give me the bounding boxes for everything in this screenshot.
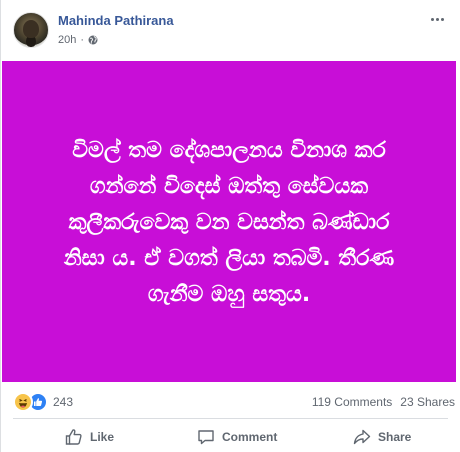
post-text: විමල් තම දේශපාලනය විනාශ කර ගන්නේ විදෙස් … — [39, 131, 419, 313]
separator-dot: · — [80, 34, 85, 46]
avatar[interactable] — [13, 12, 49, 48]
like-label: Like — [90, 430, 115, 444]
post-card: Mahinda Pathirana 20h · විමල් තම දේශපාලන… — [0, 0, 460, 452]
post-meta: 20h · — [58, 34, 98, 46]
share-icon — [353, 429, 371, 445]
engagement-counts: 119 Comments 23 Shares — [312, 395, 455, 409]
post-background: විමල් තම දේශපාලනය විනාශ කර ගන්නේ විදෙස් … — [2, 61, 456, 382]
actions-divider — [13, 418, 448, 419]
post-text-line: කුලීකරුවෙකු වන වසන්ත බණ්ඩාර — [68, 209, 390, 235]
comments-count-link[interactable]: 119 Comments — [312, 395, 392, 409]
reactions-summary[interactable]: 243 — [13, 392, 73, 412]
post-stats: 243 119 Comments 23 Shares — [1, 386, 460, 416]
thumbs-up-icon — [65, 429, 82, 445]
comment-label: Comment — [222, 430, 278, 444]
post-header: Mahinda Pathirana 20h · — [1, 0, 460, 58]
share-label: Share — [378, 430, 412, 444]
post-text-line: නිසා ය. ඒ වගත් ලියා තබමි. තීරණ — [63, 245, 395, 271]
more-options-icon[interactable] — [427, 12, 447, 26]
shares-count-link[interactable]: 23 Shares — [400, 395, 455, 409]
comment-icon — [198, 430, 214, 445]
author-name[interactable]: Mahinda Pathirana — [58, 13, 174, 28]
share-button[interactable]: Share — [353, 428, 411, 446]
post-text-line: විමල් තම දේශපාලනය විනාශ කර — [72, 137, 386, 163]
post-actions: Like Comment Share — [1, 420, 460, 452]
globe-icon[interactable] — [88, 35, 98, 45]
like-button[interactable]: Like — [65, 428, 114, 446]
post-text-line: ගන්නේ විදෙස් ඔත්තු සේවයක — [89, 173, 369, 199]
post-time[interactable]: 20h — [58, 34, 76, 46]
comment-button[interactable]: Comment — [197, 428, 277, 446]
post-text-line: ගැනීම ඔහු සතුය. — [147, 281, 311, 307]
haha-icon — [13, 392, 33, 412]
reaction-count: 243 — [53, 395, 74, 409]
